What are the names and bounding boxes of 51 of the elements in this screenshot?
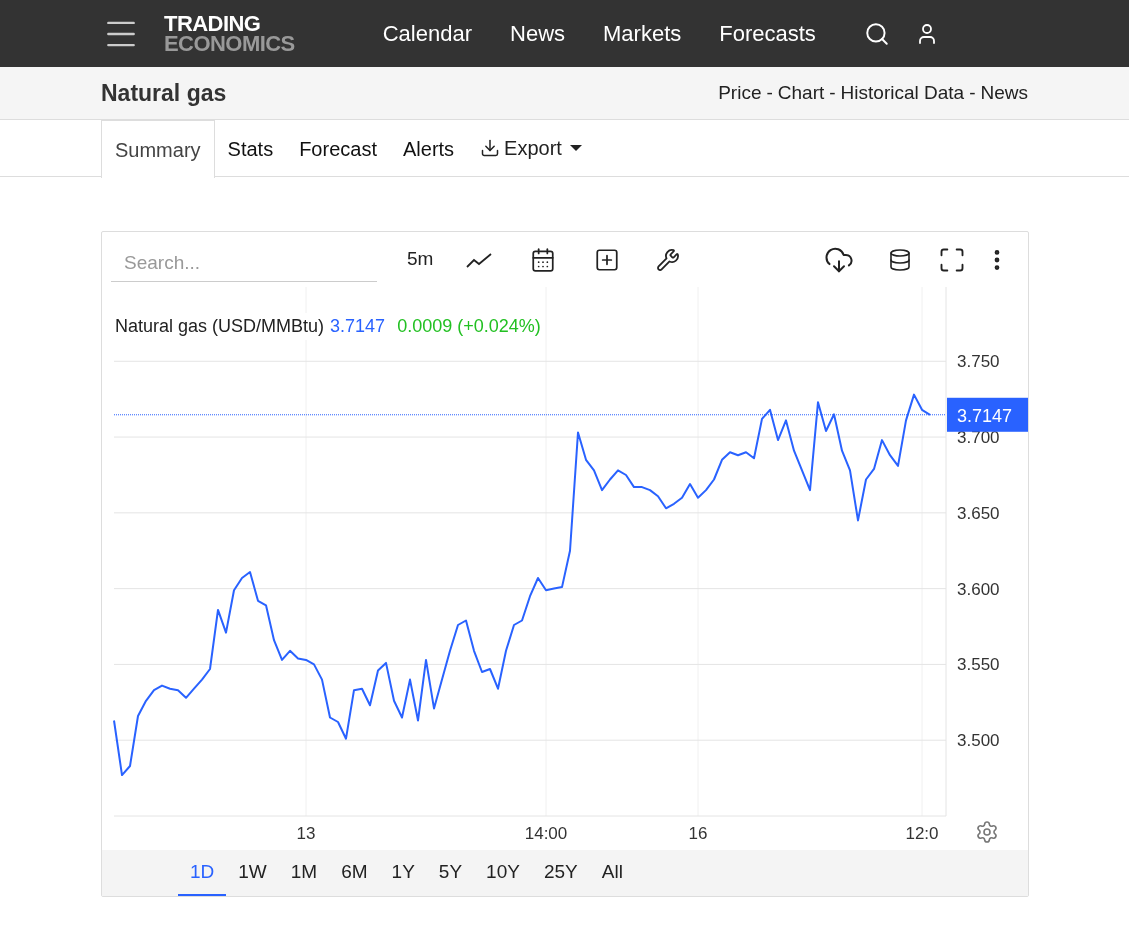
section-link[interactable]: Historical Data [840, 78, 965, 108]
nav-link[interactable]: News [510, 17, 566, 50]
y-axis-label: 3.550 [957, 655, 1000, 675]
tab[interactable]: Forecast [286, 120, 390, 178]
export-menu-button[interactable]: Export [467, 120, 595, 176]
nav-link[interactable]: Forecasts [719, 17, 816, 50]
nav-link[interactable]: Markets [603, 17, 682, 50]
range-tab[interactable]: 1W [226, 850, 279, 896]
y-axis-label: 3.750 [957, 352, 1000, 372]
settings-icon[interactable] [656, 247, 681, 272]
tab[interactable]: Alerts [389, 120, 468, 178]
section-link[interactable]: Chart [777, 78, 825, 108]
y-axis-label: 3.500 [957, 731, 1000, 751]
y-axis-label: 3.600 [957, 579, 1000, 599]
logo[interactable]: TRADING ECONOMICS [164, 13, 295, 54]
range-tab[interactable]: 1M [278, 850, 330, 896]
range-tab[interactable]: 6M [329, 850, 380, 896]
tab[interactable]: Stats [214, 120, 287, 178]
range-tab[interactable]: 5Y [426, 850, 475, 896]
tab[interactable]: Summary [101, 120, 215, 178]
interval-button[interactable]: 5m [407, 245, 434, 274]
calendar-icon[interactable] [530, 246, 557, 273]
range-tab[interactable]: 1Y [379, 850, 427, 896]
legend-price: 3.7147 [330, 315, 386, 338]
range-tab[interactable]: 10Y [474, 850, 532, 896]
x-axis-label: 13 [296, 824, 316, 843]
section-link[interactable]: Price [718, 78, 762, 108]
price-badge: 3.7147 [947, 397, 1028, 432]
range-tab[interactable]: 25Y [531, 850, 590, 896]
search-field[interactable]: Search... [111, 245, 377, 282]
search-icon[interactable] [863, 20, 890, 47]
section-link[interactable]: News [980, 78, 1028, 108]
nav-link[interactable]: Calendar [382, 17, 472, 50]
separator: - [766, 80, 773, 105]
x-axis-label: 16 [688, 824, 708, 843]
y-axis-label: 3.650 [957, 503, 1000, 523]
download-icon [480, 138, 501, 158]
x-axis-label: 14:00 [524, 824, 568, 843]
separator: - [969, 80, 976, 105]
page-title: Natural gas [101, 78, 227, 108]
ref-line-label: 3.7147 [957, 405, 1013, 426]
x-axis-label: 12:0 [905, 824, 939, 843]
add-icon[interactable] [594, 246, 621, 273]
legend-change: 0.0009 (+0.024%) [397, 315, 541, 338]
line-chart-icon[interactable] [466, 250, 493, 269]
separator: - [829, 80, 836, 105]
legend-name: Natural gas (USD/MMBtu) [115, 315, 325, 338]
range-tab[interactable]: All [589, 850, 635, 896]
database-icon[interactable] [888, 247, 913, 272]
range-tab[interactable]: 1D [178, 850, 227, 896]
caret-icon [569, 145, 582, 151]
